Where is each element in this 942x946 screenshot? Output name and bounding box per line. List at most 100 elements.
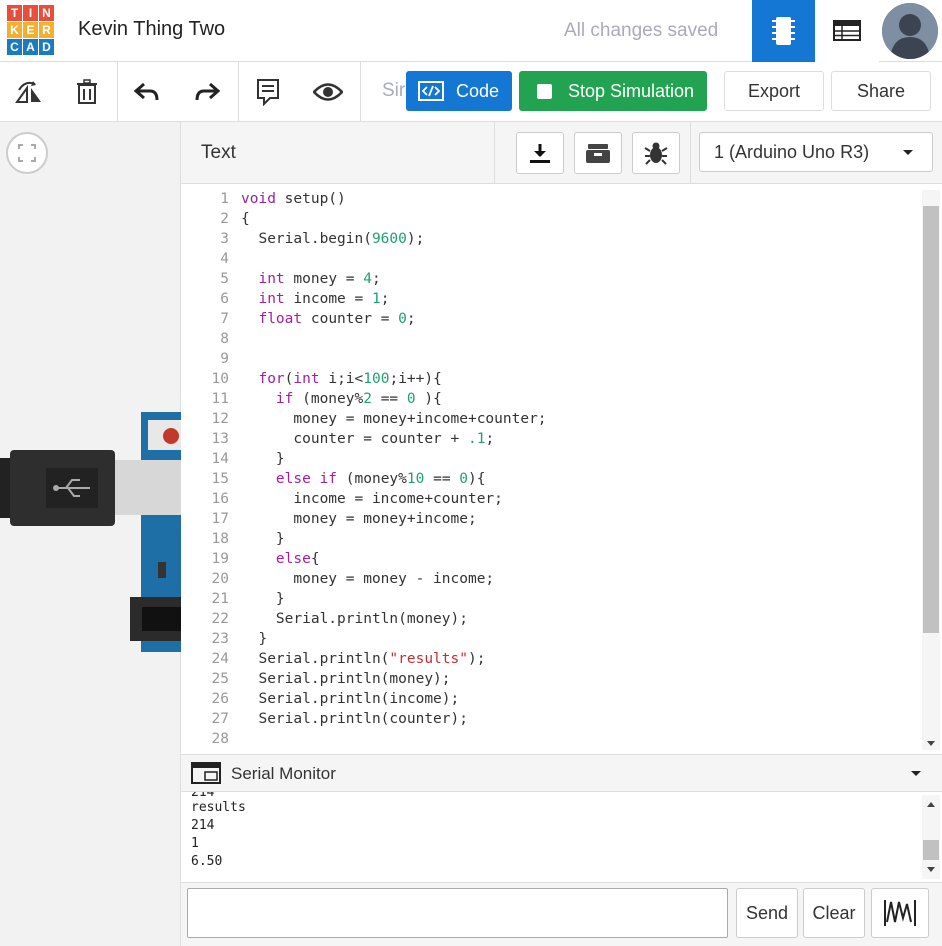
line-number: 14 bbox=[211, 451, 229, 467]
chip-icon bbox=[772, 17, 795, 45]
line-number: 20 bbox=[211, 571, 229, 587]
line-number: 3 bbox=[220, 231, 229, 247]
logo-letter: K bbox=[7, 22, 22, 38]
eye-icon bbox=[313, 83, 343, 101]
chevron-down-icon bbox=[903, 150, 913, 155]
code-line[interactable]: Serial.println(money); bbox=[241, 669, 450, 689]
redo-icon bbox=[195, 82, 220, 101]
trash-icon bbox=[77, 79, 97, 104]
send-button[interactable]: Send bbox=[736, 888, 798, 938]
undo-button[interactable] bbox=[118, 62, 176, 122]
code-line[interactable]: money = money - income; bbox=[241, 569, 494, 589]
line-number: 4 bbox=[220, 251, 229, 267]
code-line[interactable]: { bbox=[241, 209, 250, 229]
user-avatar[interactable] bbox=[882, 3, 938, 59]
scroll-down-icon[interactable] bbox=[926, 740, 936, 748]
code-mode-select[interactable]: Text bbox=[201, 142, 236, 164]
component-list-button[interactable] bbox=[815, 0, 879, 62]
logo-letter: D bbox=[39, 39, 54, 55]
logo-letter: I bbox=[23, 5, 38, 21]
libraries-button[interactable] bbox=[574, 132, 622, 174]
line-number-gutter: 1 2 3 4 5 6 7 8 9 10 11 12 13 14 15 16 17 18 19 20 21 22 23 24 2… bbox=[181, 184, 229, 754]
line-number: 15 bbox=[211, 471, 229, 487]
serial-scrollbar-thumb[interactable] bbox=[923, 840, 939, 860]
user-icon bbox=[882, 3, 938, 59]
export-button[interactable]: Export bbox=[724, 71, 824, 111]
line-number: 12 bbox=[211, 411, 229, 427]
code-line[interactable]: for(int i;i<100;i++){ bbox=[241, 369, 441, 389]
logo-letter: N bbox=[39, 5, 54, 21]
redo-button[interactable] bbox=[178, 62, 236, 122]
line-number: 5 bbox=[220, 271, 229, 287]
logo-letter: R bbox=[39, 22, 54, 38]
fit-view-icon bbox=[18, 144, 36, 162]
code-line[interactable]: counter = counter + .1; bbox=[241, 429, 494, 449]
code-line[interactable]: if (money%2 == 0 ){ bbox=[241, 389, 442, 409]
graph-button[interactable] bbox=[871, 888, 929, 938]
code-line[interactable]: else{ bbox=[241, 549, 320, 569]
download-code-button[interactable] bbox=[516, 132, 564, 174]
serial-output-line: results bbox=[191, 800, 246, 815]
tinkercad-logo[interactable]: TIN KER CAD bbox=[0, 0, 56, 60]
line-number: 6 bbox=[220, 291, 229, 307]
circuit-view-button[interactable] bbox=[752, 0, 815, 62]
circuit-canvas[interactable] bbox=[0, 122, 181, 946]
undo-icon bbox=[134, 82, 159, 101]
code-line[interactable]: Serial.begin(9600); bbox=[241, 229, 424, 249]
code-line[interactable]: Serial.println("results"); bbox=[241, 649, 485, 669]
logo-letter: E bbox=[23, 22, 38, 38]
code-line[interactable]: } bbox=[241, 629, 267, 649]
serial-input[interactable] bbox=[187, 888, 728, 938]
visibility-button[interactable] bbox=[299, 62, 357, 122]
line-number: 27 bbox=[211, 711, 229, 727]
scroll-down-icon[interactable] bbox=[926, 866, 936, 874]
download-icon bbox=[530, 144, 550, 163]
stop-simulation-button[interactable]: Stop Simulation bbox=[519, 71, 707, 111]
serial-monitor-title: Serial Monitor bbox=[231, 764, 336, 783]
delete-button[interactable] bbox=[58, 62, 116, 122]
line-number: 11 bbox=[211, 391, 229, 407]
notes-icon bbox=[257, 79, 279, 106]
serial-output: 214 results 214 1 6.50 bbox=[181, 792, 942, 882]
code-line[interactable]: int money = 4; bbox=[241, 269, 380, 289]
code-line[interactable]: Serial.println(counter); bbox=[241, 709, 468, 729]
code-button[interactable]: Code bbox=[406, 71, 512, 111]
fit-view-button[interactable] bbox=[6, 132, 48, 174]
device-select[interactable]: 1 (Arduino Uno R3) bbox=[699, 132, 933, 172]
code-line[interactable]: else if (money%10 == 0){ bbox=[241, 469, 486, 489]
project-title[interactable]: Kevin Thing Two bbox=[78, 18, 225, 41]
save-status: All changes saved bbox=[564, 20, 719, 41]
serial-output-line: 6.50 bbox=[191, 854, 223, 869]
code-line[interactable]: } bbox=[241, 449, 285, 469]
line-number: 2 bbox=[220, 211, 229, 227]
code-line[interactable]: int income = 1; bbox=[241, 289, 389, 309]
line-number: 23 bbox=[211, 631, 229, 647]
code-line[interactable]: } bbox=[241, 589, 285, 609]
line-number: 22 bbox=[211, 611, 229, 627]
code-line[interactable]: float counter = 0; bbox=[241, 309, 415, 329]
line-number: 10 bbox=[211, 371, 229, 387]
code-line[interactable]: income = income+counter; bbox=[241, 489, 503, 509]
line-number: 25 bbox=[211, 671, 229, 687]
code-line[interactable]: void setup() bbox=[241, 189, 346, 209]
code-line[interactable]: money = money+income; bbox=[241, 509, 476, 529]
logo-letter: C bbox=[7, 39, 22, 55]
share-button[interactable]: Share bbox=[831, 71, 931, 111]
serial-monitor-icon bbox=[191, 762, 221, 784]
code-line[interactable]: money = money+income+counter; bbox=[241, 409, 546, 429]
debugger-button[interactable] bbox=[632, 132, 680, 174]
code-line[interactable]: Serial.println(income); bbox=[241, 689, 459, 709]
editor-scrollbar-thumb[interactable] bbox=[923, 206, 939, 633]
notes-button[interactable] bbox=[239, 62, 297, 122]
code-line[interactable]: Serial.println(money); bbox=[241, 609, 468, 629]
rotate-button[interactable] bbox=[0, 62, 58, 122]
line-number: 16 bbox=[211, 491, 229, 507]
rotate-icon bbox=[15, 81, 41, 103]
scroll-up-icon[interactable] bbox=[926, 800, 936, 808]
code-line[interactable]: } bbox=[241, 529, 285, 549]
line-number: 18 bbox=[211, 531, 229, 547]
clear-button[interactable]: Clear bbox=[803, 888, 865, 938]
stop-icon bbox=[537, 83, 552, 99]
collapse-chevron-icon[interactable] bbox=[910, 770, 922, 778]
library-icon bbox=[586, 144, 610, 163]
